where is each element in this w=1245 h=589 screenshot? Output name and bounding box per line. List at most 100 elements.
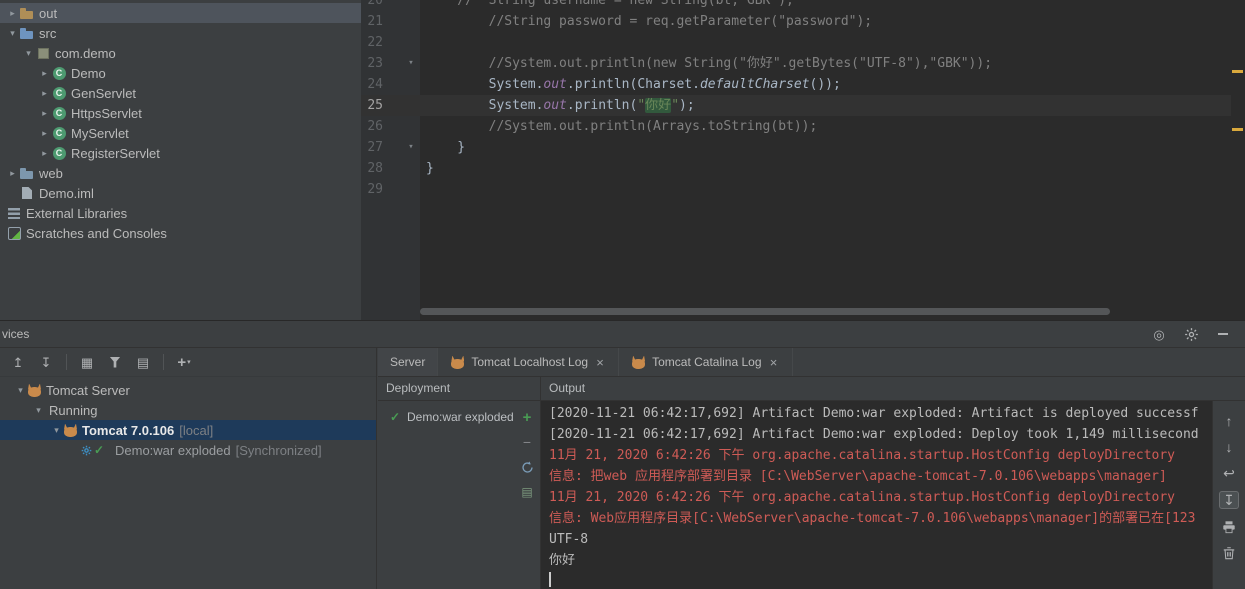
tab-server[interactable]: Server [378, 348, 439, 376]
scroll-up-icon[interactable]: ↑ [1220, 413, 1238, 429]
gear-icon[interactable] [1183, 326, 1199, 342]
text-caret [549, 572, 551, 587]
services-tree-item-tomcat-server[interactable]: ▾ Tomcat Server [0, 380, 376, 400]
scroll-down-icon[interactable]: ↓ [1220, 439, 1238, 455]
redeploy-icon[interactable] [519, 459, 535, 475]
project-tree-item-demo[interactable]: ▸ Demo [0, 63, 361, 83]
group-by-icon[interactable]: ▦ [79, 354, 95, 370]
project-tree: ▸out▾src▾com.demo▸Demo▸GenServlet▸HttpsS… [0, 3, 361, 243]
services-tree-item-demo-war-exploded[interactable]: ✓ Demo:war exploded [Synchronized] [0, 440, 376, 460]
warning-stripe-mark[interactable] [1232, 128, 1243, 131]
code-editor[interactable]: 20 21 22 23 ▾ 24 25 26 27 ▾ 28 29 // String usernam… [361, 0, 1245, 320]
folder-out-icon [19, 5, 35, 21]
editor-horizontal-scrollbar[interactable] [420, 308, 1110, 315]
project-tree-item-httpsservlet[interactable]: ▸ HttpsServlet [0, 103, 361, 123]
tree-item-label: com.demo [55, 45, 116, 61]
deployment-item-label: Demo:war exploded [407, 410, 514, 424]
project-tree-item-scratches-and-consoles[interactable]: Scratches and Consoles [0, 223, 361, 243]
iml-file-icon [19, 185, 35, 201]
project-tree-item-demo-iml[interactable]: Demo.iml [0, 183, 361, 203]
chevron-down-icon[interactable]: ▾ [6, 25, 19, 41]
tree-item-label: External Libraries [26, 205, 128, 221]
project-tree-item-registerservlet[interactable]: ▸ RegisterServlet [0, 143, 361, 163]
services-left-pane: ↥↧▦▤+ ▾Tomcat Server▾Running▾Tomcat 7.0.… [0, 348, 377, 589]
services-tree: ▾ Tomcat Server ▾ Running ▾ Tomcat 7.0.106 [lo… [0, 377, 376, 589]
tree-item-label: Tomcat 7.0.106 [82, 422, 175, 438]
chevron-down-icon[interactable]: ▾ [22, 45, 35, 61]
tree-item-label: out [39, 5, 58, 21]
chevron-down-icon[interactable]: ▾ [50, 422, 63, 438]
chevron-right-icon[interactable]: ▸ [38, 125, 51, 141]
tree-item-label: MyServlet [71, 125, 129, 141]
undeploy-icon[interactable]: − [519, 434, 535, 450]
project-tree-item-src[interactable]: ▾ src [0, 23, 361, 43]
project-tree-item-external-libraries[interactable]: External Libraries [0, 203, 361, 223]
print-icon[interactable] [1220, 519, 1238, 535]
services-tree-item-running[interactable]: ▾ Running [0, 400, 376, 420]
chevron-right-icon[interactable]: ▸ [38, 105, 51, 121]
close-icon[interactable]: × [594, 354, 606, 370]
chevron-right-icon[interactable]: ▸ [38, 145, 51, 161]
tomcat-icon [631, 355, 646, 370]
chevron-right-icon[interactable]: ▸ [38, 85, 51, 101]
class-icon [51, 65, 67, 81]
code-line: } [426, 140, 466, 155]
show-options-icon[interactable]: ▤ [135, 354, 151, 370]
output-console[interactable]: [2020-11-21 06:42:17,692] Artifact Demo:… [541, 401, 1212, 589]
add-service-icon[interactable]: + [176, 354, 192, 370]
project-tree-item-web[interactable]: ▸ web [0, 163, 361, 183]
collapse-all-icon[interactable]: ↥ [10, 354, 26, 370]
toolbar-separator [163, 354, 164, 370]
services-panel-title: vices [2, 327, 30, 341]
chevron-right-icon[interactable]: ▸ [6, 5, 19, 21]
code-area[interactable]: // String username = new String(bt,"GBK"… [421, 0, 1245, 320]
expand-all-icon[interactable]: ↧ [38, 354, 54, 370]
chevron-right-icon[interactable]: ▸ [6, 165, 19, 181]
class-icon [51, 145, 67, 161]
chevron-right-icon[interactable]: ▸ [38, 65, 51, 81]
main-area: ▸out▾src▾com.demo▸Demo▸GenServlet▸HttpsS… [0, 0, 1245, 320]
hide-icon[interactable] [1215, 326, 1231, 342]
chevron-down-icon[interactable]: ▾ [14, 382, 27, 398]
tree-item-label: RegisterServlet [71, 145, 160, 161]
tomcat-icon [63, 423, 78, 438]
chevron-down-icon[interactable]: ▾ [32, 402, 45, 418]
project-tree-item-genservlet[interactable]: ▸ GenServlet [0, 83, 361, 103]
tomcat-icon [27, 383, 42, 398]
scroll-to-end-icon[interactable]: ↧ [1219, 491, 1239, 509]
clear-icon[interactable] [1220, 545, 1238, 561]
deployment-list: ✓ Demo:war exploded + − ▤ [378, 401, 540, 589]
tab-tomcat-localhost-log[interactable]: Tomcat Localhost Log × [438, 348, 620, 376]
code-line: System.out.println("你好"); [426, 98, 695, 113]
edit-config-icon[interactable]: ▤ [519, 484, 535, 500]
project-tree-item-myservlet[interactable]: ▸ MyServlet [0, 123, 361, 143]
deploy-add-icon[interactable]: + [519, 409, 535, 425]
console-line: 信息: Web应用程序目录[C:\WebServer\apache-tomcat… [549, 511, 1196, 526]
console-line: 信息: 把web 应用程序部署到目录 [C:\WebServer\apache-… [549, 469, 1167, 484]
check-icon: ✓ [94, 443, 105, 457]
editor-gutter [361, 0, 420, 320]
services-tree-item-tomcat-7-0-106[interactable]: ▾ Tomcat 7.0.106 [local] [0, 420, 376, 440]
tree-item-label: HttpsServlet [71, 105, 142, 121]
view-options-icon[interactable]: ◎ [1151, 326, 1167, 342]
code-line: System.out.println(Charset.defaultCharse… [426, 77, 841, 92]
close-icon[interactable]: × [768, 354, 780, 370]
warning-stripe-mark[interactable] [1232, 70, 1243, 73]
class-icon [51, 105, 67, 121]
tab-tomcat-catalina-log[interactable]: Tomcat Catalina Log × [619, 348, 793, 376]
soft-wrap-icon[interactable]: ↩ [1220, 465, 1238, 481]
project-tree-panel: ▸out▾src▾com.demo▸Demo▸GenServlet▸HttpsS… [0, 0, 361, 320]
project-tree-item-out[interactable]: ▸ out [0, 3, 361, 23]
filter-icon[interactable] [107, 354, 123, 370]
libraries-icon [6, 205, 22, 221]
deployment-toolbar: + − ▤ [516, 409, 538, 500]
services-titlebar: vices ◎ [0, 321, 1245, 348]
tree-item-label: Demo [71, 65, 106, 81]
scratches-icon [6, 225, 22, 241]
console-line: [2020-11-21 06:42:17,692] Artifact Demo:… [549, 427, 1199, 442]
tree-item-suffix: [local] [179, 422, 214, 438]
deployment-item[interactable]: ✓ Demo:war exploded [378, 409, 514, 425]
folder-web-icon [19, 165, 35, 181]
project-tree-item-com-demo[interactable]: ▾ com.demo [0, 43, 361, 63]
